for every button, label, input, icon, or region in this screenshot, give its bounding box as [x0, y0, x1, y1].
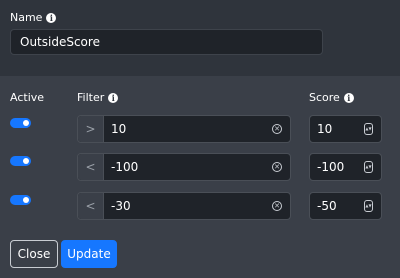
- update-button[interactable]: Update: [61, 240, 117, 268]
- number-spinner-icon[interactable]: ▲▼: [364, 123, 373, 135]
- filter-field: < -100 ✕: [77, 153, 291, 181]
- name-input[interactable]: OutsideScore: [10, 29, 323, 55]
- clear-circle-x-icon: ✕: [272, 124, 282, 134]
- filter-operator[interactable]: <: [78, 193, 104, 219]
- info-icon[interactable]: i: [343, 93, 354, 103]
- score-field[interactable]: -100 ▲▼: [309, 153, 382, 181]
- score-header-row: Score i: [309, 91, 354, 105]
- active-toggle[interactable]: [10, 156, 31, 166]
- clear-button[interactable]: ✕: [264, 154, 290, 180]
- filter-field: < -30 ✕: [77, 192, 291, 220]
- info-icon[interactable]: i: [46, 13, 57, 23]
- clear-button[interactable]: ✕: [264, 116, 290, 142]
- filter-input[interactable]: 10: [104, 116, 264, 142]
- score-input[interactable]: -100: [310, 160, 364, 174]
- number-spinner-icon[interactable]: ▲▼: [364, 200, 373, 212]
- score-field[interactable]: 10 ▲▼: [309, 115, 382, 143]
- filter-header: Filter: [77, 91, 105, 104]
- filter-operator[interactable]: <: [78, 154, 104, 180]
- filter-field: > 10 ✕: [77, 115, 291, 143]
- score-input[interactable]: 10: [310, 122, 364, 136]
- number-spinner-icon[interactable]: ▲▼: [364, 161, 373, 173]
- active-toggle[interactable]: [10, 195, 31, 205]
- clear-button[interactable]: ✕: [264, 193, 290, 219]
- active-toggle[interactable]: [10, 118, 31, 128]
- active-header: Active: [10, 91, 45, 104]
- score-header: Score: [309, 91, 340, 104]
- name-label: Name: [10, 11, 43, 24]
- name-label-row: Name i: [10, 11, 57, 25]
- filter-header-row: Filter i: [77, 91, 119, 105]
- clear-circle-x-icon: ✕: [272, 162, 282, 172]
- clear-circle-x-icon: ✕: [272, 201, 282, 211]
- filter-input[interactable]: -100: [104, 154, 264, 180]
- info-icon[interactable]: i: [108, 93, 119, 103]
- score-input[interactable]: -50: [310, 199, 364, 213]
- filter-input[interactable]: -30: [104, 193, 264, 219]
- filter-operator[interactable]: >: [78, 116, 104, 142]
- close-button[interactable]: Close: [10, 240, 58, 268]
- score-field[interactable]: -50 ▲▼: [309, 192, 382, 220]
